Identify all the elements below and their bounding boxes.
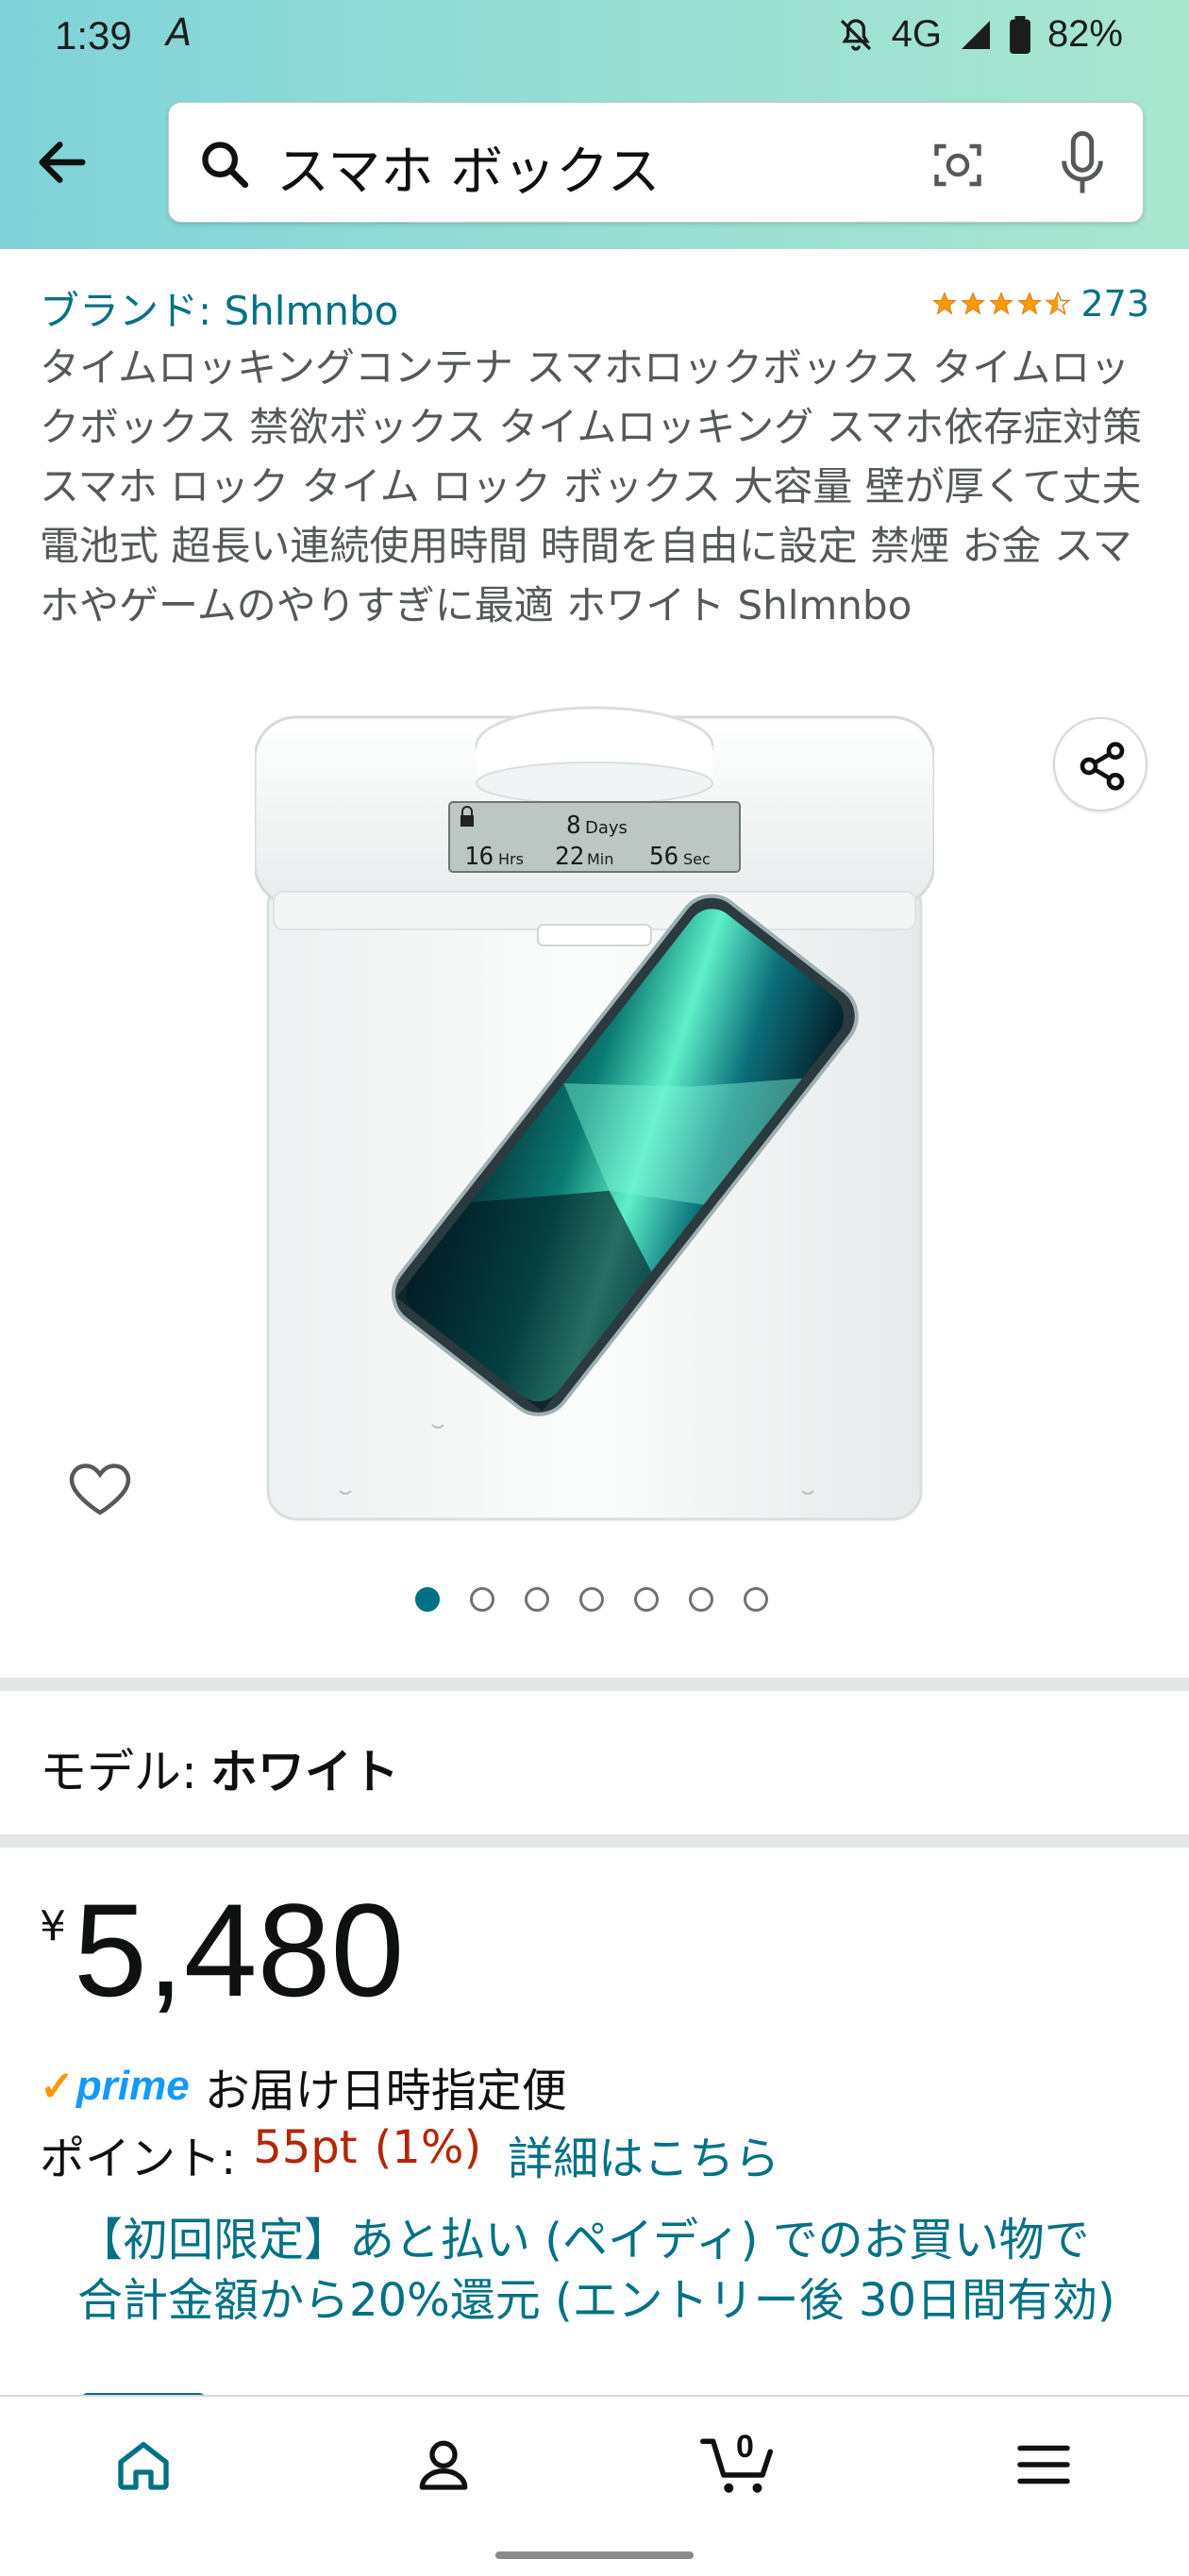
points-label: ポイント: — [40, 2133, 237, 2185]
home-icon — [118, 2442, 169, 2490]
search-input[interactable]: スマホ ボックス — [168, 102, 1144, 223]
back-arrow-icon[interactable] — [32, 132, 92, 192]
assistant-status-icon: 𝘈 — [166, 11, 193, 55]
status-time: 1:39 — [55, 13, 132, 58]
lcd-days-value: 8 — [566, 811, 581, 840]
price-currency: ¥ — [40, 1902, 66, 1950]
brand-link[interactable]: ブランド: Shlmnbo — [40, 279, 398, 337]
camera-search-icon[interactable] — [929, 137, 986, 193]
lcd-sec-value: 56 — [649, 843, 678, 871]
image-carousel-indicator — [415, 1587, 768, 1612]
price-amount: 5,480 — [74, 1876, 405, 2024]
product-title: タイムロッキングコンテナ スマホロックボックス タイムロックボックス 禁欲ボック… — [40, 344, 1143, 628]
status-indicators: 4G 82% — [837, 13, 1123, 56]
rating[interactable]: 273 — [931, 283, 1149, 325]
carousel-dot[interactable] — [470, 1587, 494, 1612]
prime-delivery-text: お届け日時指定便 — [204, 2065, 567, 2117]
star-half-icon — [1045, 291, 1072, 316]
prime-logo-text: prime — [75, 2063, 190, 2109]
carousel-dot[interactable] — [689, 1587, 713, 1612]
network-type: 4G — [891, 13, 942, 55]
lcd-min-value: 22 — [555, 843, 584, 871]
lcd-min-unit: Min — [587, 850, 613, 868]
points-percent: (1%) — [374, 2121, 482, 2174]
nav-account[interactable] — [396, 2417, 491, 2512]
nav-menu[interactable] — [996, 2417, 1091, 2512]
heart-icon[interactable] — [66, 1453, 134, 1521]
carousel-dot[interactable] — [415, 1587, 440, 1612]
points-details-link[interactable]: 詳細はこちら — [508, 2121, 779, 2187]
prime-logo: ✓ prime — [40, 2063, 190, 2110]
carousel-dot[interactable] — [634, 1587, 659, 1612]
carousel-dot[interactable] — [579, 1587, 604, 1612]
cart-count: 0 — [736, 2429, 754, 2465]
section-divider — [0, 1678, 1189, 1691]
hamburger-menu-icon — [1017, 2445, 1070, 2484]
share-icon — [1080, 742, 1125, 791]
lcd-hrs-value: 16 — [464, 843, 494, 871]
share-button[interactable] — [1053, 717, 1147, 811]
price: ¥ 5,480 — [40, 1880, 404, 2021]
person-icon — [419, 2440, 468, 2490]
battery-icon — [1010, 15, 1030, 54]
points-value: 55pt — [253, 2121, 358, 2174]
model-label: モデル: — [40, 1745, 197, 1799]
lcd-sec-unit: Sec — [683, 850, 711, 868]
gesture-navigation-bar[interactable] — [495, 2551, 694, 2559]
signal-icon — [961, 20, 990, 49]
search-icon — [202, 142, 249, 189]
product-image[interactable]: 8 Days 16 Hrs 22 Min 56 Sec — [255, 698, 934, 1529]
star-full-icon — [989, 292, 1014, 315]
star-rating — [931, 291, 1072, 317]
bottom-navigation: 0 — [0, 2395, 1189, 2576]
prime-delivery: ✓ prime お届け日時指定便 — [40, 2053, 567, 2119]
star-full-icon — [932, 292, 958, 315]
star-full-icon — [1017, 292, 1043, 315]
battery-level: 82% — [1047, 13, 1123, 55]
model-selector[interactable]: モデル: ホワイト — [40, 1734, 399, 1802]
carousel-dot[interactable] — [525, 1587, 549, 1612]
lcd-days-unit: Days — [585, 818, 628, 838]
search-query: スマホ ボックス — [276, 142, 661, 203]
microphone-icon[interactable] — [1058, 131, 1107, 195]
points-info: ポイント: 55pt (1%) 詳細はこちら — [40, 2121, 779, 2187]
nav-cart[interactable]: 0 — [695, 2417, 789, 2512]
model-value: ホワイト — [209, 1745, 399, 1799]
star-full-icon — [961, 292, 986, 315]
silent-bell-icon — [840, 18, 871, 51]
lcd-hrs-unit: Hrs — [498, 850, 524, 868]
carousel-dot[interactable] — [744, 1587, 768, 1612]
status-bar: 1:39 𝘈 4G 82% — [0, 0, 1189, 85]
paidy-promo-link[interactable]: 【初回限定】あと払い (ペイディ) でのお買い物で合計金額から20%還元 (エン… — [77, 2210, 1134, 2331]
app-header: 1:39 𝘈 4G 82% スマホ ボックス — [0, 0, 1189, 249]
nav-home[interactable] — [96, 2417, 191, 2512]
section-divider — [0, 1834, 1189, 1848]
review-count: 273 — [1080, 283, 1149, 325]
